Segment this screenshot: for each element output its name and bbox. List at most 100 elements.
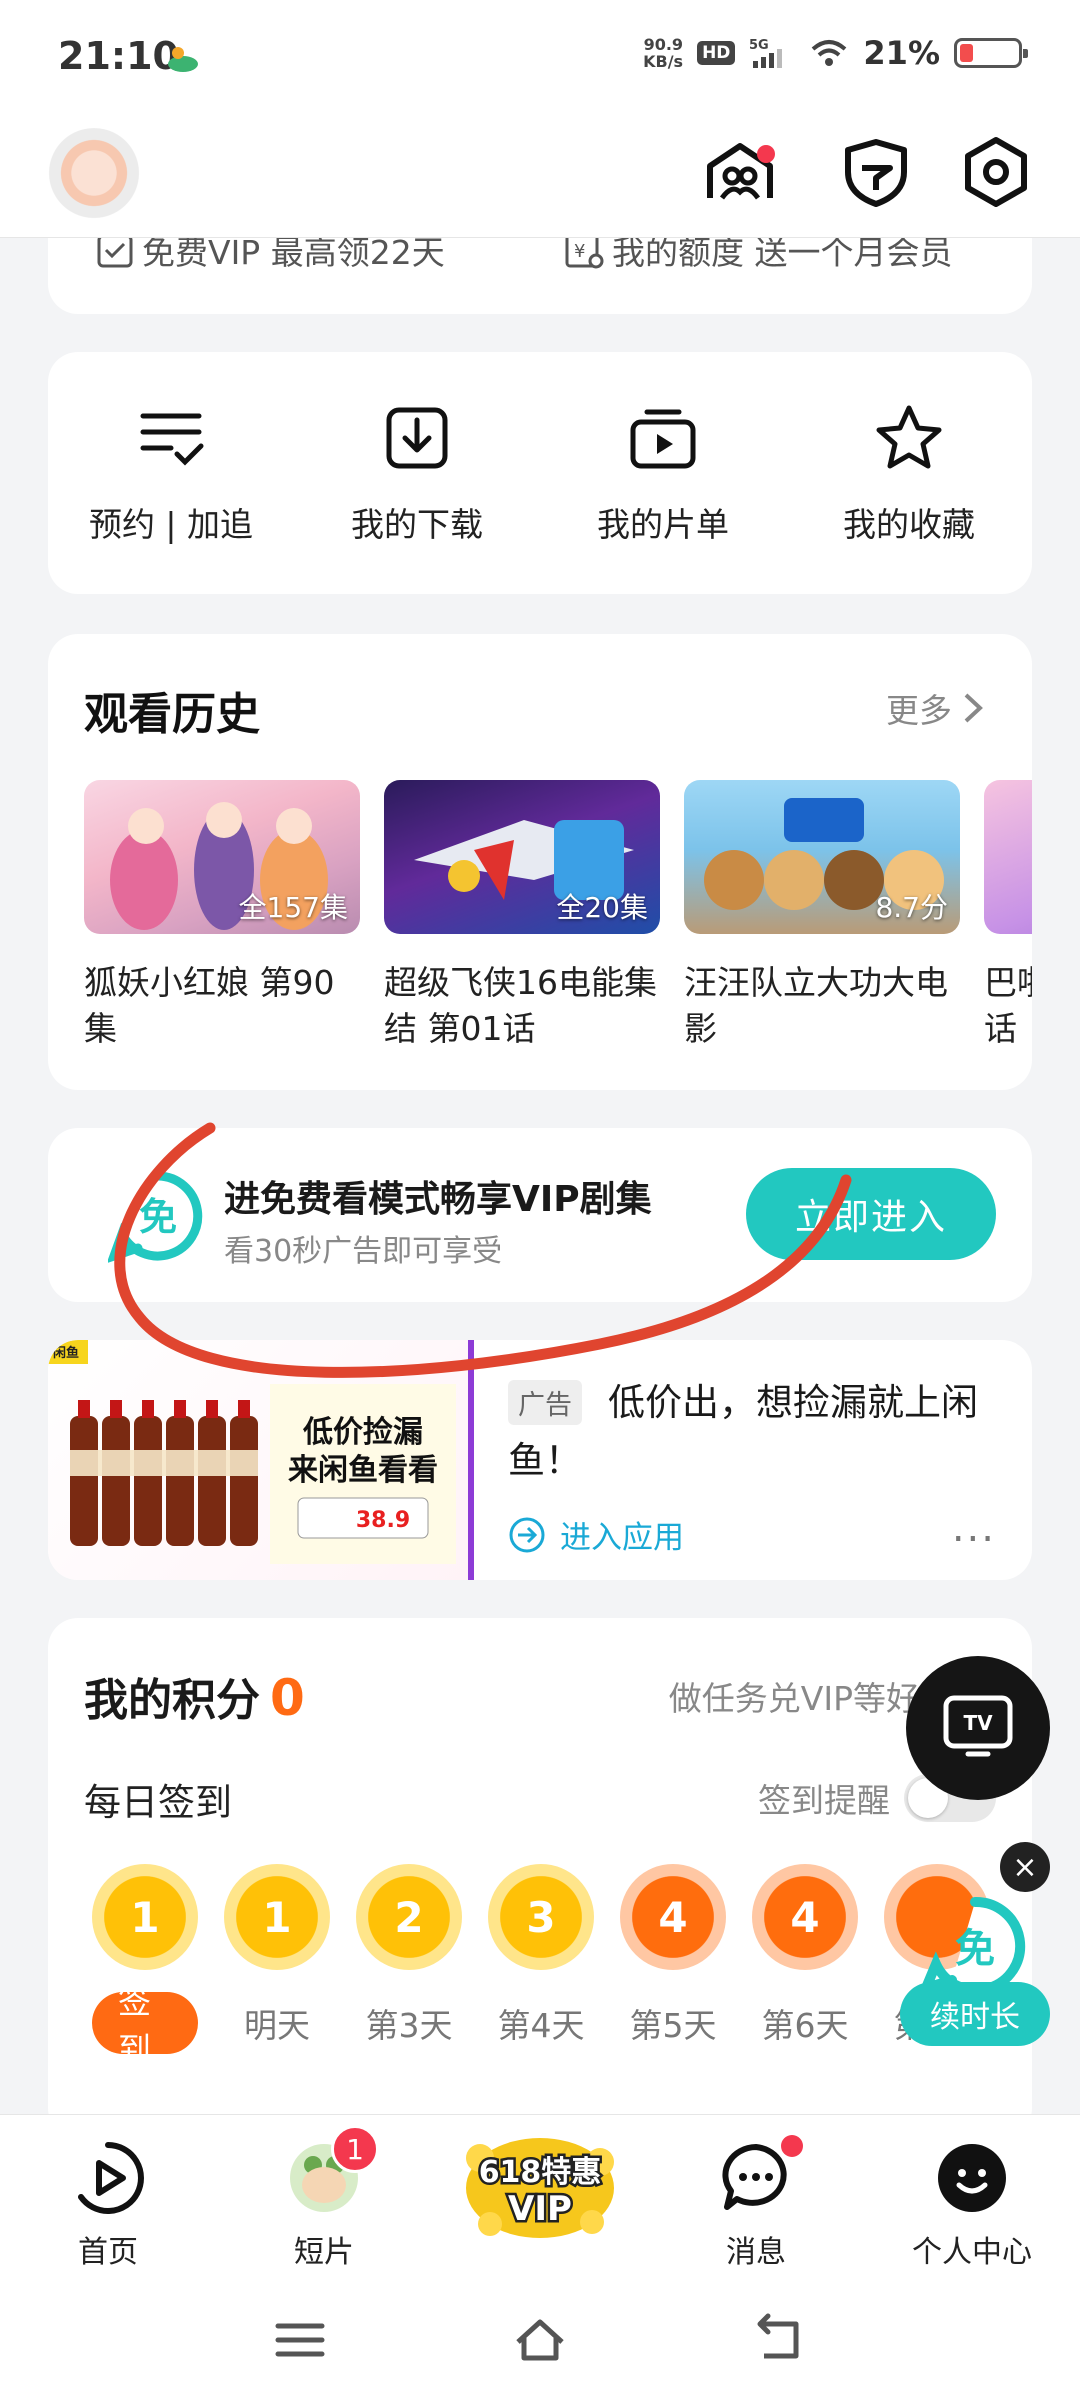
quick-action-playlist[interactable]: 我的片单 bbox=[563, 402, 763, 594]
net-speed-unit: KB/s bbox=[643, 52, 684, 71]
vip-618-promo-icon[interactable]: 618特惠 VIP bbox=[460, 2128, 620, 2244]
svg-text:低价捡漏: 低价捡漏 bbox=[302, 1415, 423, 1450]
shield-icon[interactable] bbox=[836, 132, 916, 212]
checkin-coin: 2 bbox=[356, 1864, 462, 1970]
user-avatar[interactable] bbox=[44, 128, 144, 228]
history-item-title: 超级飞侠16电能集结 第01话 bbox=[384, 963, 657, 1048]
ad-action-label: 进入应用 bbox=[560, 1520, 684, 1556]
enter-now-button[interactable]: 立即进入 bbox=[746, 1168, 996, 1260]
svg-text:闲鱼: 闲鱼 bbox=[53, 1345, 79, 1361]
battery-fill bbox=[960, 44, 974, 62]
quick-action-reservation[interactable]: 预约 | 加追 bbox=[71, 402, 271, 594]
history-item[interactable]: 8.7分 汪汪队立大功大电影 bbox=[684, 780, 960, 1052]
free-mode-card[interactable]: 免 进免费看模式畅享VIP剧集 看30秒广告即可享受 立即进入 bbox=[48, 1128, 1032, 1302]
watch-history-card: 观看历史 更多 全157集 狐妖小红娘 第90集 全20集 超级飞侠16电能集结… bbox=[48, 634, 1032, 1090]
svg-text:来闲鱼看看: 来闲鱼看看 bbox=[288, 1453, 438, 1488]
checkin-coin: 1 bbox=[92, 1864, 198, 1970]
message-icon-wrap bbox=[719, 2135, 803, 2215]
enter-arrow-icon bbox=[509, 1517, 545, 1552]
svg-text:38.9: 38.9 bbox=[356, 1508, 410, 1533]
close-float-button[interactable]: × bbox=[1000, 1842, 1050, 1892]
free-mode-logo-icon: 免 bbox=[108, 1171, 203, 1263]
quick-action-download[interactable]: 我的下载 bbox=[317, 402, 517, 594]
recent-apps-icon[interactable] bbox=[272, 2312, 328, 2368]
settings-icon[interactable] bbox=[956, 132, 1036, 212]
checkin-day-label: 第6天 bbox=[761, 2006, 849, 2045]
chevron-right-icon bbox=[964, 693, 983, 723]
points-value: 0 bbox=[270, 1669, 305, 1727]
cast-icon[interactable] bbox=[700, 132, 780, 212]
wifi-icon bbox=[812, 40, 847, 66]
rating-score: 8.7分 bbox=[875, 891, 948, 924]
nav-messages[interactable]: 消息 bbox=[648, 2115, 864, 2280]
status-bar: 21:10 90.9 KB/s HD 5G 21% bbox=[0, 0, 1080, 118]
ad-card[interactable]: 闲鱼 低价捡漏 来闲鱼看看 38.9 广告 低价出，想捡漏就上闲鱼！ 进入应用 … bbox=[48, 1340, 1032, 1580]
download-icon bbox=[386, 407, 448, 469]
svg-text:618特惠: 618特惠 bbox=[479, 2155, 602, 2190]
checkin-day-label: 第3天 bbox=[365, 2006, 453, 2045]
checkin-button[interactable]: 签到 bbox=[92, 1982, 198, 2069]
history-item-title: 汪汪队立大功大电影 bbox=[684, 963, 948, 1048]
history-thumbnail: 8.7分 bbox=[684, 780, 960, 934]
nav-label: 短片 bbox=[294, 2235, 354, 2270]
extend-time-label: 续时长 bbox=[900, 1982, 1050, 2046]
history-more-link[interactable]: 更多 bbox=[886, 684, 984, 732]
quick-action-favorites[interactable]: 我的收藏 bbox=[809, 402, 1009, 594]
svg-text:免: 免 bbox=[955, 1926, 995, 1972]
points-title-text: 我的积分 bbox=[84, 1675, 260, 1726]
battery-percent: 21% bbox=[863, 34, 940, 72]
ad-more-options-button[interactable]: ... bbox=[952, 1508, 996, 1548]
history-item-title: 狐妖小红娘 第90集 bbox=[84, 963, 335, 1048]
checkin-day: 1 明天 bbox=[224, 1864, 330, 2054]
svg-text:免: 免 bbox=[139, 1195, 177, 1239]
tv-cast-float-button[interactable]: TV bbox=[906, 1656, 1050, 1800]
nav-home[interactable]: 首页 bbox=[0, 2115, 216, 2280]
checkin-day: 3 第4天 bbox=[488, 1864, 594, 2054]
checkin-coin: 4 bbox=[620, 1864, 726, 1970]
nav-short-video[interactable]: 1 短片 bbox=[216, 2115, 432, 2280]
history-title: 观看历史 bbox=[84, 689, 260, 740]
svg-text:TV: TV bbox=[963, 1711, 993, 1735]
nav-label: 消息 bbox=[726, 2235, 786, 2270]
tv-icon: TV bbox=[943, 1695, 1013, 1757]
ad-image-art: 闲鱼 低价捡漏 来闲鱼看看 38.9 bbox=[48, 1340, 456, 1564]
history-item-title: 巴啦啦小魔仙 23话 bbox=[984, 963, 1032, 1048]
history-thumbnail: 全157集 bbox=[84, 780, 360, 934]
svg-text:VIP: VIP bbox=[508, 2189, 572, 2229]
history-item[interactable]: 巴啦啦小魔仙 23话 bbox=[984, 780, 1032, 1052]
ad-enter-app-link[interactable]: 进入应用 bbox=[508, 1512, 684, 1557]
checkin-days: 1签到1明天2第3天3第4天4第5天4第6天第7天 bbox=[92, 1864, 990, 2069]
history-thumbnail bbox=[984, 780, 1032, 934]
checkin-day[interactable]: 1 签到 bbox=[92, 1864, 198, 2069]
history-list: 全157集 狐妖小红娘 第90集 全20集 超级飞侠16电能集结 第01话 8.… bbox=[84, 780, 1032, 1052]
net-speed: 90.9 KB/s bbox=[643, 36, 683, 70]
history-thumbnail: 全20集 bbox=[384, 780, 660, 934]
message-dot bbox=[781, 2135, 803, 2157]
quick-action-label: 预约 | 加追 bbox=[88, 505, 254, 544]
ad-image[interactable]: 闲鱼 低价捡漏 来闲鱼看看 38.9 bbox=[48, 1340, 474, 1580]
quick-action-label: 我的片单 bbox=[597, 505, 729, 544]
history-item[interactable]: 全20集 超级飞侠16电能集结 第01话 bbox=[384, 780, 660, 1052]
more-label: 更多 bbox=[886, 691, 952, 730]
checkin-coin: 3 bbox=[488, 1864, 594, 1970]
checkin-day: 2 第3天 bbox=[356, 1864, 462, 2054]
playlist-icon bbox=[630, 409, 696, 469]
nav-profile[interactable]: 个人中心 bbox=[864, 2115, 1080, 2280]
episode-count: 全157集 bbox=[238, 891, 348, 924]
history-item[interactable]: 全157集 狐妖小红娘 第90集 bbox=[84, 780, 360, 1052]
system-nav-bar bbox=[0, 2280, 1080, 2400]
daily-checkin-label: 每日签到 bbox=[84, 1781, 232, 1824]
home-icon[interactable] bbox=[512, 2312, 568, 2368]
free-mode-title: 进免费看模式畅享VIP剧集 bbox=[224, 1179, 652, 1220]
checkin-day: 4 第6天 bbox=[752, 1864, 858, 2054]
episode-count: 全20集 bbox=[556, 891, 648, 924]
free-extend-float[interactable]: 免 续时长 bbox=[900, 1888, 1050, 2046]
star-icon bbox=[876, 405, 942, 469]
back-icon[interactable] bbox=[752, 2312, 808, 2368]
points-title: 我的积分 0 bbox=[84, 1664, 305, 1728]
short-video-badge: 1 bbox=[331, 2125, 379, 2173]
net-speed-value: 90.9 bbox=[643, 35, 684, 54]
quick-actions-card: 预约 | 加追 我的下载 我的片单 我的收藏 bbox=[48, 352, 1032, 594]
battery-icon bbox=[954, 38, 1028, 68]
quick-action-label: 我的下载 bbox=[351, 505, 483, 544]
